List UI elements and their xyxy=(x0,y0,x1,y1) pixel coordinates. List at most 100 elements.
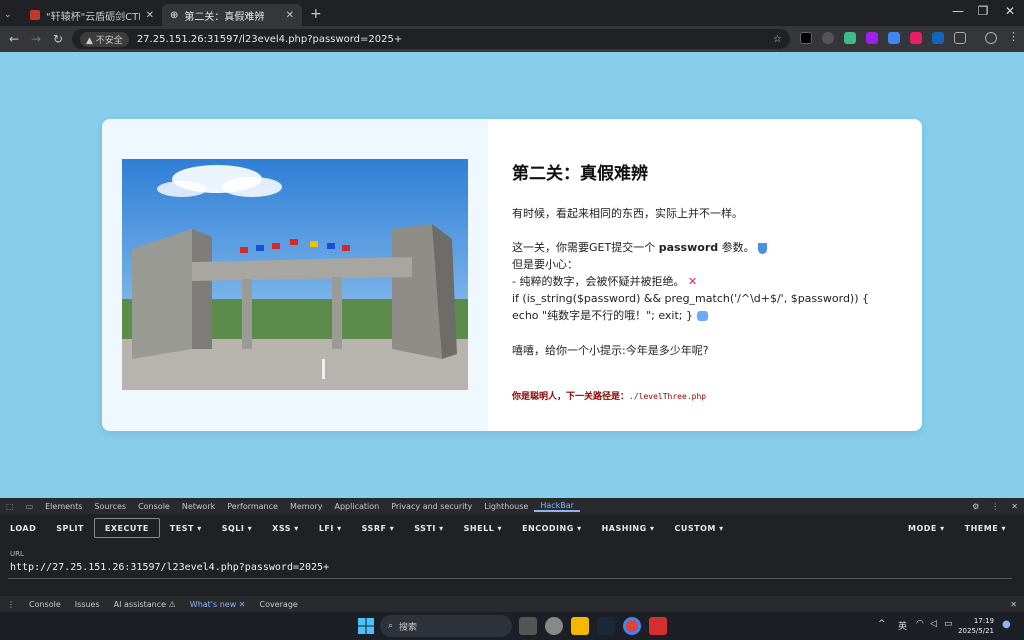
devtools-tab-hackbar[interactable]: HackBar xyxy=(534,501,580,512)
page-content: 第二关：真假难辨 有时候，看起来相同的东西，实际上并不一样。 这一关，你需要GE… xyxy=(0,52,1024,498)
chevron-up-icon[interactable]: ^ xyxy=(878,619,886,629)
ime-indicator[interactable]: 英 xyxy=(898,619,907,632)
test-menu[interactable]: TEST ▾ xyxy=(160,518,212,538)
extension-icon[interactable] xyxy=(800,32,812,44)
extension-icon[interactable] xyxy=(910,32,922,44)
url-underline xyxy=(8,578,1012,579)
close-icon[interactable]: ✕ xyxy=(1005,502,1024,511)
drawer-tab-ai[interactable]: AI assistance ⚠ xyxy=(107,600,183,609)
sqli-menu[interactable]: SQLI ▾ xyxy=(212,518,262,538)
devtools-tab-performance[interactable]: Performance xyxy=(221,502,284,511)
notification-icon[interactable]: ● xyxy=(1002,619,1011,630)
careful-text: 但是要小心： xyxy=(512,258,578,271)
card-image-panel xyxy=(102,119,488,431)
extension-icon[interactable] xyxy=(866,32,878,44)
devtools-tab-privacy[interactable]: Privacy and security xyxy=(385,502,478,511)
volume-icon[interactable]: ◁ xyxy=(930,619,937,629)
minimize-button[interactable]: — xyxy=(944,4,972,18)
ssti-menu[interactable]: SSTI ▾ xyxy=(404,518,453,538)
warning-icon: ▲ xyxy=(86,35,93,46)
wifi-icon[interactable]: ◠ xyxy=(916,619,924,629)
restore-button[interactable]: ❐ xyxy=(969,4,997,18)
gear-icon[interactable]: ⚙ xyxy=(966,502,985,511)
address-bar[interactable]: ▲ 不安全 27.25.151.26:31597/l23evel4.php?pa… xyxy=(72,29,790,49)
level-card: 第二关：真假难辨 有时候，看起来相同的东西，实际上并不一样。 这一关，你需要GE… xyxy=(102,119,922,431)
devtools-tab-memory[interactable]: Memory xyxy=(284,502,329,511)
close-icon[interactable]: ✕ xyxy=(1003,600,1024,609)
steam-icon[interactable] xyxy=(597,617,615,635)
task-view-icon[interactable] xyxy=(519,617,537,635)
tab-list-button[interactable]: ⌄ xyxy=(0,4,22,26)
theme-menu[interactable]: THEME ▾ xyxy=(955,518,1016,538)
new-tab-button[interactable]: + xyxy=(310,6,322,22)
app-icon[interactable] xyxy=(545,617,563,635)
xss-menu[interactable]: XSS ▾ xyxy=(262,518,309,538)
extension-icon[interactable] xyxy=(844,32,856,44)
encoding-menu[interactable]: ENCODING ▾ xyxy=(512,518,592,538)
close-icon[interactable]: ✕ xyxy=(146,10,154,21)
drawer-tab-console[interactable]: Console xyxy=(22,600,68,609)
more-icon[interactable]: ⋮ xyxy=(985,502,1005,511)
mode-menu[interactable]: MODE ▾ xyxy=(898,518,955,538)
drawer-tab-issues[interactable]: Issues xyxy=(68,600,107,609)
close-icon[interactable]: ✕ xyxy=(286,10,294,21)
custom-menu[interactable]: CUSTOM ▾ xyxy=(664,518,733,538)
folder-icon[interactable] xyxy=(571,617,589,635)
globe-icon: ⊕ xyxy=(170,9,179,21)
tab-label: 第二关：真假难辨 xyxy=(184,11,265,23)
puzzle-icon[interactable] xyxy=(954,32,966,44)
devtools-tab-elements[interactable]: Elements xyxy=(39,502,88,511)
star-icon[interactable]: ☆ xyxy=(773,34,782,45)
url-text[interactable]: 27.25.151.26:31597/l23evel4.php?password… xyxy=(137,34,402,45)
execute-button[interactable]: EXECUTE xyxy=(93,518,160,538)
ssrf-menu[interactable]: SSRF ▾ xyxy=(352,518,405,538)
close-window-button[interactable]: ✕ xyxy=(996,4,1024,18)
tab-level2[interactable]: ⊕ 第二关：真假难辨 ✕ xyxy=(162,4,302,26)
tab-bar: ⌄ "轩辕杯"云盾砺剑CTF挑战赛 ✕ ⊕ 第二关：真假难辨 ✕ + — ❐ ✕ xyxy=(0,0,1024,26)
clock[interactable]: 17:19 2025/5/21 xyxy=(958,616,994,636)
devtools-tab-lighthouse[interactable]: Lighthouse xyxy=(478,502,534,511)
next-level-path: ./levelThree.php xyxy=(629,392,707,401)
chevron-down-icon: ⌄ xyxy=(4,10,12,20)
cross-mark-icon: ✕ xyxy=(687,275,698,288)
profile-icon[interactable] xyxy=(985,32,997,44)
start-icon[interactable] xyxy=(357,617,375,635)
load-button[interactable]: LOAD xyxy=(0,518,46,538)
devtools-tab-network[interactable]: Network xyxy=(176,502,221,511)
shell-menu[interactable]: SHELL ▾ xyxy=(454,518,512,538)
devtools-tab-sources[interactable]: Sources xyxy=(88,502,132,511)
lfi-menu[interactable]: LFI ▾ xyxy=(309,518,352,538)
drawer-tab-whats-new[interactable]: What's new ✕ xyxy=(183,600,253,609)
extension-icon[interactable] xyxy=(822,32,834,44)
hashing-menu[interactable]: HASHING ▾ xyxy=(592,518,665,538)
code-text: if (is_string($password) && preg_match('… xyxy=(512,292,870,322)
battery-icon[interactable]: ▭ xyxy=(944,619,953,629)
devtools-tab-console[interactable]: Console xyxy=(132,502,176,511)
hackbar-toolbar: LOAD SPLIT EXECUTE TEST ▾ SQLI ▾ XSS ▾ L… xyxy=(0,516,1024,540)
taskbar-search[interactable]: ⌕ 搜索 xyxy=(380,615,512,637)
drawer-menu-icon[interactable]: ⋮ xyxy=(0,600,22,609)
security-chip[interactable]: ▲ 不安全 xyxy=(80,31,129,47)
chrome-icon[interactable] xyxy=(623,617,641,635)
wps-icon[interactable] xyxy=(649,617,667,635)
devtools-tab-application[interactable]: Application xyxy=(329,502,386,511)
split-button[interactable]: SPLIT xyxy=(46,518,94,538)
tab-ctf[interactable]: "轩辕杯"云盾砺剑CTF挑战赛 ✕ xyxy=(22,4,162,26)
tab-label: "轩辕杯"云盾砺剑CTF挑战赛 xyxy=(45,11,140,23)
campus-gate-photo xyxy=(122,159,468,390)
extension-icon[interactable] xyxy=(932,32,944,44)
hackbar-url-input[interactable]: http://27.25.151.26:31597/l23evel4.php?p… xyxy=(10,562,329,573)
forward-icon[interactable]: → xyxy=(25,32,47,46)
url-label: URL xyxy=(10,550,24,558)
bubble-icon xyxy=(696,311,708,321)
back-icon[interactable]: ← xyxy=(3,32,25,46)
menu-icon[interactable]: ⋮ xyxy=(1008,30,1019,43)
reload-icon[interactable]: ↻ xyxy=(47,32,69,46)
inspect-icon[interactable]: ⬚ xyxy=(0,502,20,511)
device-toolbar-icon[interactable]: ▭ xyxy=(20,502,40,511)
favicon-icon xyxy=(30,10,40,20)
drawer-tab-coverage[interactable]: Coverage xyxy=(253,600,305,609)
param-name: password xyxy=(658,241,719,254)
page-title: 第二关：真假难辨 xyxy=(512,164,648,184)
translate-icon[interactable] xyxy=(888,32,900,44)
